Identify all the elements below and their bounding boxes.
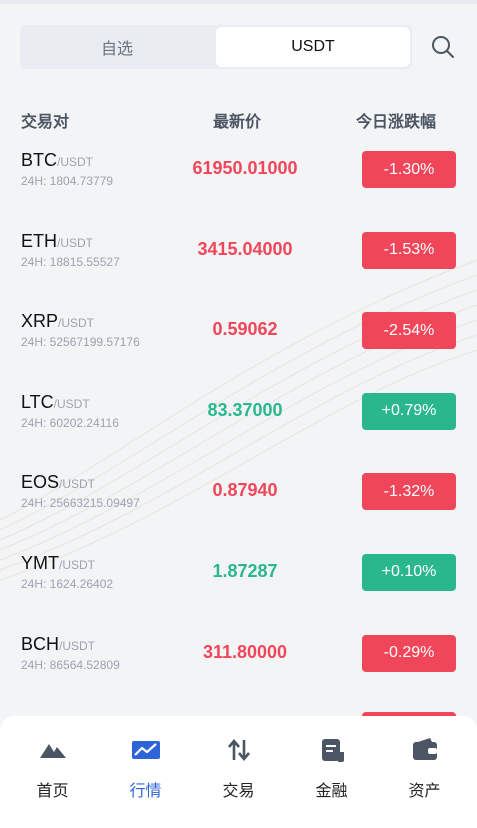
change-badge[interactable]: +0.79% — [362, 392, 456, 430]
last-price: 61950.01000 — [192, 158, 298, 178]
nav-label: 交易 — [222, 783, 255, 800]
market-list-header: 交易对 最新价 今日涨跌幅 — [0, 108, 477, 131]
nav-label: 首页 — [36, 783, 69, 800]
nav-home[interactable]: 首页 — [6, 716, 99, 828]
mountain-icon — [39, 744, 66, 758]
last-price: 0.87940 — [212, 480, 278, 501]
tab-favorites[interactable]: 自选 — [20, 25, 214, 69]
header-change: 今日涨跌幅 — [356, 114, 437, 131]
volume-24h: 24H: 1624.26402 — [21, 576, 114, 591]
pair-symbol: EOS/USDT — [21, 472, 96, 493]
market-row[interactable]: XRP/USDT 24H: 52567199.57176 0.59062 -2.… — [0, 309, 477, 390]
last-price: 83.37000 — [207, 399, 283, 420]
document-icon — [321, 739, 344, 762]
pair-symbol: BTC/USDT — [21, 150, 93, 170]
volume-24h: 24H: 60202.24116 — [21, 415, 119, 430]
header-pair: 交易对 — [21, 114, 70, 131]
pair-symbol: ETH/USDT — [21, 230, 93, 251]
pair-symbol: LTC/USDT — [21, 391, 90, 412]
market-row[interactable]: YMT/USDT 24H: 1624.26402 1.87287 +0.10% — [0, 551, 477, 632]
volume-24h: 24H: 18815.55527 — [21, 254, 120, 269]
last-price: 3415.04000 — [197, 238, 293, 259]
market-tab-switcher: 自选 USDT — [20, 25, 412, 69]
market-row[interactable]: LTC/USDT 24H: 60202.24116 83.37000 +0.79… — [0, 390, 477, 471]
nav-label: 资产 — [408, 783, 441, 800]
market-row[interactable]: EOS/USDT 24H: 25663215.09497 0.87940 -1.… — [0, 470, 477, 551]
top-divider — [0, 0, 477, 4]
swap-arrows-icon — [227, 738, 250, 762]
change-badge[interactable]: -1.53% — [362, 231, 456, 269]
nav-label: 金融 — [315, 783, 348, 800]
wallet-icon — [412, 738, 437, 760]
market-row[interactable]: BTC/USDT 24H: 1804.73779 61950.01000 -1.… — [0, 148, 477, 229]
volume-24h: 24H: 1804.73779 — [21, 174, 114, 188]
pair-symbol: BCH/USDT — [21, 633, 96, 654]
market-row[interactable]: ETH/USDT 24H: 18815.55527 3415.04000 -1.… — [0, 229, 477, 310]
pair-symbol: XRP/USDT — [21, 311, 95, 332]
volume-24h: 24H: 86564.52809 — [21, 657, 120, 672]
last-price: 1.87287 — [212, 560, 278, 581]
market-row[interactable]: BCH/USDT 24H: 86564.52809 311.80000 -0.2… — [0, 632, 477, 713]
last-price: 311.80000 — [202, 641, 288, 662]
nav-label: 行情 — [129, 783, 162, 800]
volume-24h: 24H: 25663215.09497 — [21, 496, 140, 511]
change-badge[interactable]: +0.10% — [362, 553, 456, 591]
change-badge[interactable]: -0.29% — [362, 634, 456, 672]
nav-trade[interactable]: 交易 — [192, 716, 285, 828]
market-list: BTC/USDT 24H: 1804.73779 61950.01000 -1.… — [0, 148, 477, 712]
change-badge[interactable]: -1.30% — [362, 151, 456, 188]
volume-24h: 24H: 52567199.57176 — [21, 335, 140, 350]
bottom-navigation: 首页 行情 交易 金融 资产 — [0, 716, 477, 828]
nav-assets[interactable]: 资产 — [378, 716, 471, 828]
nav-finance[interactable]: 金融 — [285, 716, 378, 828]
pair-symbol: YMT/USDT — [21, 552, 95, 573]
search-icon[interactable] — [430, 34, 456, 60]
change-badge[interactable]: -2.54% — [362, 312, 456, 350]
last-price: 0.59062 — [212, 319, 278, 340]
chart-trend-icon — [131, 741, 160, 759]
nav-market[interactable]: 行情 — [99, 716, 192, 828]
change-badge[interactable]: -1.32% — [362, 473, 456, 511]
tab-usdt[interactable]: USDT — [216, 27, 410, 67]
header-price: 最新价 — [213, 114, 262, 131]
